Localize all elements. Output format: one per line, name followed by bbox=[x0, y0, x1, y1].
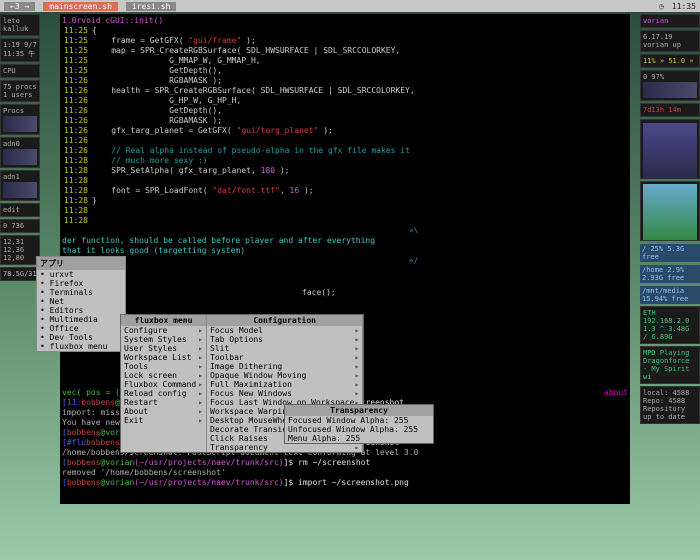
applist-item[interactable]: • Dev Tools bbox=[37, 333, 125, 342]
config-item[interactable]: Image Dithering▸ bbox=[207, 362, 362, 371]
graph-widget: 12,31 12,36 12,80 bbox=[0, 235, 40, 265]
edit-widget: edit bbox=[0, 203, 40, 217]
clock-time: 11:35 bbox=[672, 2, 696, 11]
render-comment-2: that it looks good (targetting system) bbox=[62, 246, 245, 256]
tab-mainscreen[interactable]: mainscreen.sh bbox=[43, 2, 118, 11]
landscape-thumb bbox=[640, 181, 700, 241]
clock-icon: ◷ bbox=[659, 2, 664, 11]
app-list-menu[interactable]: アプリ • urxvt• Firefox• Terminals• Net• Ed… bbox=[36, 256, 126, 352]
fluxmenu-item[interactable]: Tools▸ bbox=[121, 362, 206, 371]
trans-item[interactable]: Menu Alpha: 255 bbox=[285, 434, 433, 443]
adn1-widget: adn1 bbox=[0, 170, 40, 201]
applist-item[interactable]: • Terminals bbox=[37, 288, 125, 297]
applist-item[interactable]: • Editors bbox=[37, 306, 125, 315]
config-item[interactable]: Toolbar▸ bbox=[207, 353, 362, 362]
temp-widget: 7d13h 14m bbox=[640, 103, 700, 117]
config-item[interactable]: Focus New Windows▸ bbox=[207, 389, 362, 398]
config-item[interactable]: Opaque Window Moving▸ bbox=[207, 371, 362, 380]
applist-item[interactable]: • urxvt bbox=[37, 270, 125, 279]
config-item[interactable]: Full Maximization▸ bbox=[207, 380, 362, 389]
config-item[interactable]: Transparency▸ bbox=[207, 443, 362, 452]
disk-root: / 25% 5.3G free bbox=[640, 244, 700, 262]
repo-widget: local: 4588 Repo: 4588 Repository up to … bbox=[640, 386, 700, 424]
transparency-menu[interactable]: Transparency Focused Window Alpha: 255Un… bbox=[284, 404, 434, 444]
workspace-switcher[interactable]: ←3 → bbox=[4, 2, 35, 11]
applist-item[interactable]: • Office bbox=[37, 324, 125, 333]
cpu-label: CPU bbox=[0, 64, 40, 78]
applist-item[interactable]: • Multimedia bbox=[37, 315, 125, 324]
config-item[interactable]: Focus Model▸ bbox=[207, 326, 362, 335]
applist-title: アプリ bbox=[37, 257, 125, 270]
disk-home: /home 2.9% 2.93G free bbox=[640, 265, 700, 283]
fluxmenu-item[interactable]: Exit▸ bbox=[121, 416, 206, 425]
applist-item[interactable]: • Firefox bbox=[37, 279, 125, 288]
fluxmenu-item[interactable]: System Styles▸ bbox=[121, 335, 206, 344]
fluxmenu-item[interactable]: Workspace List▸ bbox=[121, 353, 206, 362]
config-title: Configuration bbox=[207, 315, 362, 326]
top-panel: ←3 → mainscreen.sh iresi.sh ◷ 11:35 bbox=[0, 0, 700, 12]
applist-item[interactable]: • fluxbox menu bbox=[37, 342, 125, 351]
disk-media: /mnt/media 15.94% free bbox=[640, 286, 700, 304]
num-widget: 0 736 bbox=[0, 219, 40, 233]
procs-label: Procs bbox=[0, 104, 40, 135]
fluxmenu-item[interactable]: Fluxbox Command▸ bbox=[121, 380, 206, 389]
right-monitor-panel: vorian 6.17.19 vorian up 11% » 51.0 » 0 … bbox=[640, 14, 700, 424]
config-item[interactable]: Tab Options▸ bbox=[207, 335, 362, 344]
fluxmenu-item[interactable]: Reload config▸ bbox=[121, 389, 206, 398]
config-item[interactable]: Slit▸ bbox=[207, 344, 362, 353]
left-monitor-panel: leto kalluk 1:19 9/7 11:35 午 CPU 75 proc… bbox=[0, 14, 40, 281]
uptime-widget: 6.17.19 vorian up bbox=[640, 30, 700, 52]
mpd-widget: MPD PlayingDragonforce - My Spirit wi bbox=[640, 346, 700, 384]
tab-iresi[interactable]: iresi.sh bbox=[126, 2, 177, 11]
adn0-widget: adn0 bbox=[0, 137, 40, 168]
fluxmenu-item[interactable]: Restart▸ bbox=[121, 398, 206, 407]
cpu-widget-r: 0 97% bbox=[640, 70, 700, 101]
function-header: 1.0rvoid cGUI::init() bbox=[62, 16, 163, 26]
disk-widget: 78.5G/31G bbox=[0, 267, 40, 281]
cpu-value: 75 procs 1 users bbox=[0, 80, 40, 102]
graph-panel bbox=[640, 119, 700, 179]
fluxmenu-item[interactable]: Configure▸ bbox=[121, 326, 206, 335]
pct-widget: 11% » 51.0 » bbox=[640, 54, 700, 68]
eth-widget: ETH 192.168.2.01.3 ^ 3.48G / 6.89G bbox=[640, 306, 700, 344]
applist-item[interactable]: • Net bbox=[37, 297, 125, 306]
render-comment-1: der function, should be called before pl… bbox=[62, 236, 375, 246]
fluxmenu-item[interactable]: User Styles▸ bbox=[121, 344, 206, 353]
trans-item[interactable]: Unfocused Window Alpha: 255 bbox=[285, 425, 433, 434]
host-widget: leto kalluk bbox=[0, 14, 40, 36]
time-widget: 1:19 9/7 11:35 午 bbox=[0, 38, 40, 62]
fluxmenu-item[interactable]: About▸ bbox=[121, 407, 206, 416]
host-widget-r: vorian bbox=[640, 14, 700, 28]
fluxmenu-item[interactable]: Lock screen▸ bbox=[121, 371, 206, 380]
trans-item[interactable]: Focused Window Alpha: 255 bbox=[285, 416, 433, 425]
fluxmenu-title: fluxbox menu bbox=[121, 315, 206, 326]
trans-title: Transparency bbox=[285, 405, 433, 416]
